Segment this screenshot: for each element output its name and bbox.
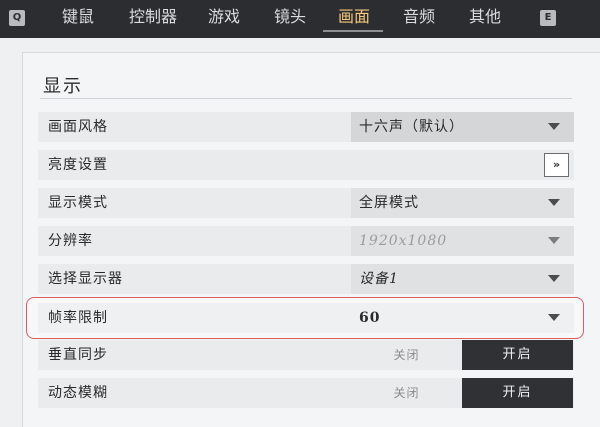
setting-row-frame-rate-limit[interactable]: 帧率限制 60 bbox=[38, 303, 574, 333]
visual-style-dropdown[interactable]: 十六声（默认） bbox=[351, 112, 574, 142]
dropdown-value: 设备1 bbox=[359, 271, 399, 287]
setting-label: 显示模式 bbox=[48, 195, 108, 211]
setting-label: 帧率限制 bbox=[48, 310, 108, 326]
section-divider bbox=[40, 98, 572, 99]
dropdown-value: 十六声（默认） bbox=[359, 119, 464, 135]
tab-audio[interactable]: 音频 bbox=[394, 0, 444, 38]
setting-row-display-mode[interactable]: 显示模式 全屏模式 bbox=[38, 188, 574, 218]
motion-blur-on-option[interactable]: 开启 bbox=[462, 378, 573, 408]
chevron-down-icon bbox=[548, 123, 560, 130]
prev-tab-key-hint[interactable]: Q bbox=[9, 10, 25, 26]
vsync-off-option[interactable]: 关闭 bbox=[351, 340, 462, 370]
brightness-open-button[interactable]: » bbox=[544, 153, 569, 177]
dropdown-value: 1920x1080 bbox=[359, 233, 448, 249]
setting-row-resolution[interactable]: 分辨率 1920x1080 bbox=[38, 226, 574, 256]
tab-keyboard-mouse[interactable]: 键鼠 bbox=[53, 0, 103, 38]
setting-row-vsync[interactable]: 垂直同步 关闭 开启 bbox=[38, 340, 574, 370]
chevron-down-icon bbox=[548, 237, 560, 244]
setting-label: 亮度设置 bbox=[48, 157, 108, 173]
vsync-on-option[interactable]: 开启 bbox=[462, 340, 573, 370]
setting-label: 动态模糊 bbox=[48, 385, 108, 401]
tab-game[interactable]: 游戏 bbox=[199, 0, 249, 38]
chevron-down-icon bbox=[548, 199, 560, 206]
tab-graphics[interactable]: 画面 bbox=[329, 0, 379, 38]
frame-rate-dropdown[interactable]: 60 bbox=[351, 303, 574, 333]
tab-controller[interactable]: 控制器 bbox=[123, 0, 183, 38]
tab-camera[interactable]: 镜头 bbox=[265, 0, 315, 38]
setting-label: 选择显示器 bbox=[48, 271, 123, 287]
tab-other[interactable]: 其他 bbox=[460, 0, 510, 38]
setting-row-visual-style[interactable]: 画面风格 十六声（默认） bbox=[38, 112, 574, 142]
dropdown-value: 全屏模式 bbox=[359, 195, 419, 211]
setting-row-motion-blur[interactable]: 动态模糊 关闭 开启 bbox=[38, 378, 574, 408]
motion-blur-off-option[interactable]: 关闭 bbox=[351, 378, 462, 408]
top-tab-bar: Q 键鼠 控制器 游戏 镜头 画面 音频 其他 E bbox=[0, 0, 600, 38]
setting-row-brightness[interactable]: 亮度设置 » bbox=[38, 150, 574, 180]
setting-label: 分辨率 bbox=[48, 233, 93, 249]
resolution-dropdown[interactable]: 1920x1080 bbox=[351, 226, 574, 256]
display-mode-dropdown[interactable]: 全屏模式 bbox=[351, 188, 574, 218]
section-title-display: 显示 bbox=[43, 76, 83, 97]
active-tab-indicator bbox=[323, 30, 383, 32]
setting-label: 垂直同步 bbox=[48, 347, 108, 363]
next-tab-key-hint[interactable]: E bbox=[540, 10, 556, 26]
setting-row-monitor[interactable]: 选择显示器 设备1 bbox=[38, 264, 574, 294]
monitor-dropdown[interactable]: 设备1 bbox=[351, 264, 574, 294]
setting-label: 画面风格 bbox=[48, 119, 108, 135]
chevron-down-icon bbox=[548, 314, 560, 321]
dropdown-value: 60 bbox=[359, 310, 381, 326]
chevron-down-icon bbox=[548, 275, 560, 282]
